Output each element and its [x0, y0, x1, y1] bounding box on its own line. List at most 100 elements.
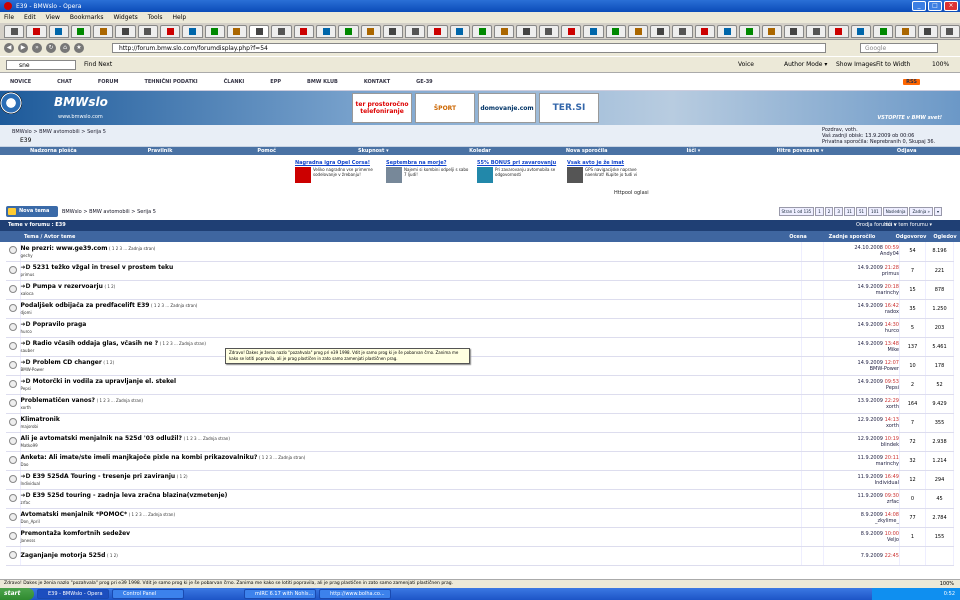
back-icon[interactable]: ◀	[4, 43, 14, 53]
thread-title[interactable]: E39 525d touring - zadnja leva zračna bl…	[21, 492, 228, 499]
browser-tab[interactable]	[561, 24, 582, 38]
taskbar-item[interactable]: http://www.bolha.co...	[319, 589, 391, 599]
pager-item[interactable]: Zadnja »	[909, 207, 933, 216]
thread-pages[interactable]: ( 1 2 3 ... Zadnja stran)	[129, 512, 175, 517]
thread-author[interactable]: djomi	[21, 310, 802, 315]
thread-replies[interactable]: 32	[899, 451, 926, 471]
thread-author[interactable]: majorobi	[21, 424, 802, 429]
thread-title[interactable]: Zaganjanje motorja 525d	[21, 552, 106, 559]
browser-tab[interactable]	[872, 24, 894, 38]
forward-icon[interactable]: ▶	[18, 43, 28, 53]
site-nav-6[interactable]: BMW KLUB	[307, 79, 338, 85]
thread-title[interactable]: Motorčki in vodila za upravljanje el. st…	[21, 378, 177, 385]
thread-replies[interactable]: 7	[899, 261, 926, 281]
taskbar-item[interactable]: Control Panel	[112, 589, 184, 599]
browser-tab[interactable]	[672, 24, 693, 38]
close-button[interactable]: ×	[944, 1, 958, 11]
browser-tab[interactable]	[48, 24, 69, 38]
browser-tab[interactable]	[717, 24, 738, 38]
browser-tab[interactable]	[204, 24, 225, 38]
address-input[interactable]: http://forum.bmw.slo.com/forumdisplay.ph…	[112, 43, 826, 53]
thread-author[interactable]: Janesss	[21, 538, 802, 543]
thread-author[interactable]: Individual	[21, 481, 802, 486]
ad-banner[interactable]: domovanje.com	[478, 93, 536, 123]
author-mode-button[interactable]: Author Mode ▾	[784, 60, 827, 70]
thread-pages[interactable]: ( 1 2)	[104, 284, 115, 289]
col-rating[interactable]: Ocena	[784, 234, 812, 240]
browser-tab[interactable]	[627, 24, 649, 38]
thread-replies[interactable]: 137	[899, 337, 926, 357]
site-nav-7[interactable]: KONTAKT	[364, 79, 390, 85]
table-row[interactable]: Problem CD changer ( 1 2)BMW-Power14.9.2…	[6, 356, 954, 376]
browser-tab[interactable]	[70, 24, 92, 38]
last-post-user[interactable]: Veljo	[824, 537, 899, 543]
table-row[interactable]: Radio včasih oddaja glas, včasih ne ? ( …	[6, 337, 954, 357]
thread-replies[interactable]: 5	[899, 318, 926, 338]
thread-pages[interactable]: ( 1 2 3 ... Zadnja stran)	[109, 246, 155, 251]
browser-tab[interactable]	[360, 24, 381, 38]
thread-title[interactable]: Problem CD changer	[21, 359, 102, 366]
forum-nav-item[interactable]: Odjava	[853, 148, 960, 154]
table-row[interactable]: Motorčki in vodila za upravljanje el. st…	[6, 375, 954, 395]
table-row[interactable]: Anketa: Ali imate/ste imeli manjkajoče p…	[6, 451, 954, 471]
forum-nav-item[interactable]: Hitre povezave ▾	[747, 148, 854, 154]
browser-tab[interactable]	[115, 24, 136, 38]
last-post-user[interactable]: Mike	[824, 347, 900, 353]
thread-author[interactable]: gechy	[21, 253, 802, 258]
thread-title[interactable]: Radio včasih oddaja glas, včasih ne ?	[21, 340, 159, 347]
action-breadcrumb[interactable]: BMWslo > BMW avtomobili > Serija 5	[62, 209, 156, 215]
table-row[interactable]: Problematičen vanos? ( 1 2 3 ... Zadnja …	[6, 394, 954, 414]
browser-tab[interactable]	[4, 24, 25, 38]
forum-nav-item[interactable]: Skupnost ▾	[320, 148, 427, 154]
menu-help[interactable]: Help	[173, 14, 187, 21]
thread-replies[interactable]: 7	[899, 413, 926, 433]
fast-forward-icon[interactable]: »	[32, 43, 42, 53]
thread-author[interactable]: hurco	[21, 329, 802, 334]
forum-nav-item[interactable]: Pomoč	[213, 148, 320, 154]
voice-button[interactable]: Voice	[738, 60, 754, 70]
browser-tab[interactable]	[449, 24, 470, 38]
site-nav-8[interactable]: GE-39	[416, 79, 433, 85]
last-post-user[interactable]: hurco	[824, 328, 899, 334]
maximize-button[interactable]: □	[928, 1, 942, 11]
browser-tab[interactable]	[850, 24, 871, 38]
fit-to-width-button[interactable]: Fit to Width	[876, 60, 910, 70]
last-post-user[interactable]: xorth	[824, 404, 899, 410]
menu-tools[interactable]: Tools	[148, 14, 163, 21]
new-topic-button[interactable]: Nova tema	[6, 206, 58, 217]
table-row[interactable]: Premontaža komfortnih sedežev Janesss 8.9…	[6, 527, 954, 547]
thread-title[interactable]: Ne prezri: www.ge39.com	[21, 245, 108, 252]
httppool-link[interactable]: Httpool oglasi	[614, 190, 649, 196]
thread-title[interactable]: Anketa: Ali imate/ste imeli manjkajoče p…	[21, 454, 258, 461]
thread-pages[interactable]: ( 1 2 3 ... Zadnja stran)	[151, 303, 197, 308]
browser-tab[interactable]	[137, 24, 158, 38]
forum-search-menu[interactable]: Išči v tem forumu ▾	[884, 222, 932, 228]
thread-replies[interactable]	[899, 546, 926, 566]
find-next-button[interactable]: Find Next	[84, 60, 112, 70]
last-post-user[interactable]: _zkylime_	[824, 518, 899, 524]
thread-title[interactable]: Popravilo praga	[21, 321, 87, 328]
browser-tab[interactable]	[471, 24, 493, 38]
forum-nav-item[interactable]: Nova sporočila	[533, 148, 640, 154]
table-row[interactable]: E39 525d touring - zadnja leva zračna bl…	[6, 489, 954, 509]
site-nav-5[interactable]: EPP	[270, 79, 281, 85]
browser-tab[interactable]	[494, 24, 515, 38]
thread-author[interactable]: Don_April	[21, 519, 802, 524]
breadcrumb[interactable]: BMWslo > BMW avtomobili > Serija 5	[12, 129, 106, 135]
table-row[interactable]: Podaljšek odbijača za predfacelift E39 (…	[6, 299, 954, 319]
browser-tab[interactable]	[93, 24, 114, 38]
thread-replies[interactable]: 2	[899, 375, 926, 395]
last-post-user[interactable]: Pepsi	[824, 385, 899, 391]
table-row[interactable]: Ali je avtomatski menjalnik na 525d '03 …	[6, 432, 954, 452]
show-images-button[interactable]: Show Images	[836, 60, 876, 70]
thread-author[interactable]: BMW-Power	[21, 367, 802, 372]
last-post-user[interactable]: Andy04	[824, 251, 899, 257]
forum-nav-item[interactable]: Koledar	[427, 148, 534, 154]
site-nav-2[interactable]: FORUM	[98, 79, 119, 85]
last-post-user[interactable]: xorth	[824, 423, 899, 429]
thread-pages[interactable]: ( 1 2 3 ... Zadnja stran)	[184, 436, 230, 441]
thread-author[interactable]: Pepsi	[21, 386, 802, 391]
pager-item[interactable]: Naslednja	[882, 207, 909, 216]
table-row[interactable]: Zaganjanje motorja 525d ( 1 2) 7.9.2009 2…	[6, 546, 954, 566]
thread-title[interactable]: Klimatronik	[21, 416, 60, 423]
